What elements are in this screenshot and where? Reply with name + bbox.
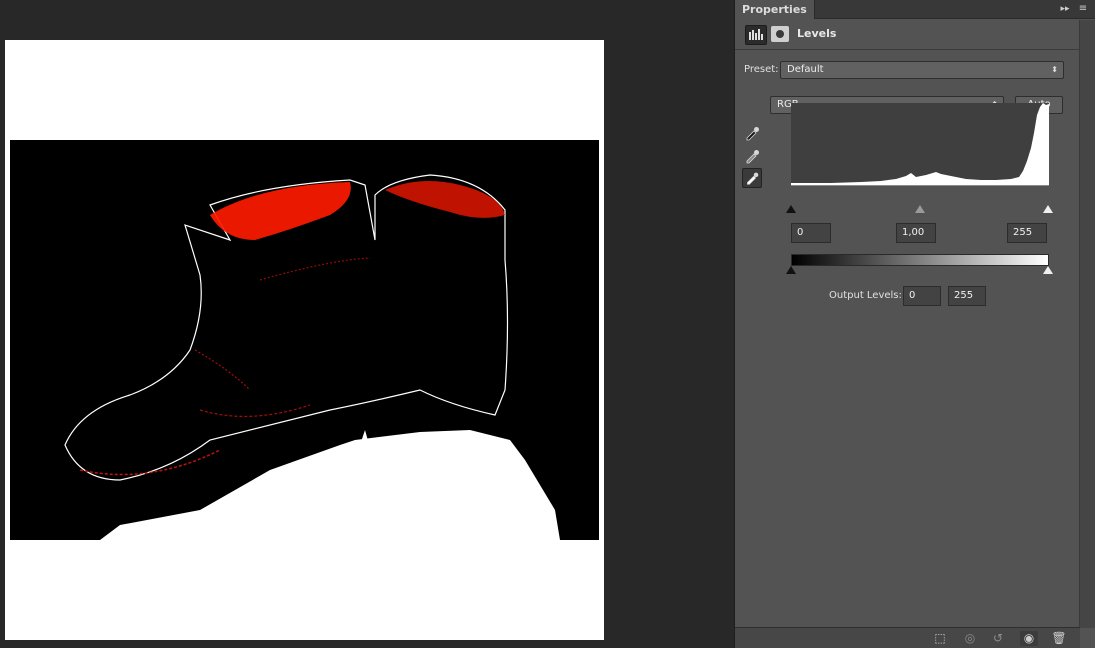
collapse-panel-button[interactable]: ▸▸ <box>1058 3 1072 15</box>
panel-tab-bar: Properties ▸▸ ≡ <box>735 0 1095 19</box>
input-white-field[interactable]: 255 <box>1007 223 1047 243</box>
select-arrows-icon: ⬍ <box>1051 65 1058 74</box>
panel-title: Levels <box>797 27 837 40</box>
white-point-eyedropper-icon[interactable] <box>742 168 762 188</box>
output-white-slider[interactable] <box>1043 266 1053 274</box>
reset-icon[interactable]: ↺ <box>989 631 1007 646</box>
output-levels-label: Output Levels: <box>829 290 902 301</box>
output-black-field[interactable]: 0 <box>903 286 941 306</box>
input-gamma-field[interactable]: 1,00 <box>896 223 936 243</box>
panel-scrollbar[interactable] <box>1079 20 1095 628</box>
properties-panel: Properties ▸▸ ≡ Levels Preset: Default ⬍… <box>734 0 1095 648</box>
input-gamma-slider[interactable] <box>915 205 925 213</box>
input-black-field[interactable]: 0 <box>791 223 831 243</box>
output-black-slider[interactable] <box>786 266 796 274</box>
panel-menu-button[interactable]: ≡ <box>1076 3 1090 15</box>
tab-properties[interactable]: Properties <box>735 0 815 19</box>
trash-icon[interactable]: 🗑 <box>1050 631 1068 646</box>
view-previous-state-icon[interactable]: ◎ <box>961 631 979 646</box>
levels-histogram <box>791 103 1049 185</box>
boot-photo <box>10 140 599 540</box>
panel-footer: ⬚ ◎ ↺ ◉ 🗑 <box>735 627 1080 648</box>
clip-to-layer-icon[interactable]: ⬚ <box>931 631 949 646</box>
input-black-slider[interactable] <box>786 205 796 213</box>
preset-label: Preset: <box>744 64 779 75</box>
document-canvas[interactable] <box>5 40 604 640</box>
preset-select[interactable]: Default ⬍ <box>780 61 1064 79</box>
panel-header: Levels <box>735 20 1080 50</box>
levels-adjustment-icon[interactable] <box>745 25 767 45</box>
canvas-area[interactable] <box>0 0 734 648</box>
visibility-eye-icon[interactable]: ◉ <box>1020 631 1038 646</box>
gray-point-eyedropper-icon[interactable] <box>742 146 762 166</box>
preset-value: Default <box>787 64 824 75</box>
histogram-baseline <box>791 185 1049 186</box>
input-white-slider[interactable] <box>1043 205 1053 213</box>
layer-mask-icon[interactable] <box>771 26 789 42</box>
output-gradient-bar <box>791 254 1049 266</box>
black-point-eyedropper-icon[interactable] <box>742 123 762 143</box>
output-white-field[interactable]: 255 <box>948 286 986 306</box>
